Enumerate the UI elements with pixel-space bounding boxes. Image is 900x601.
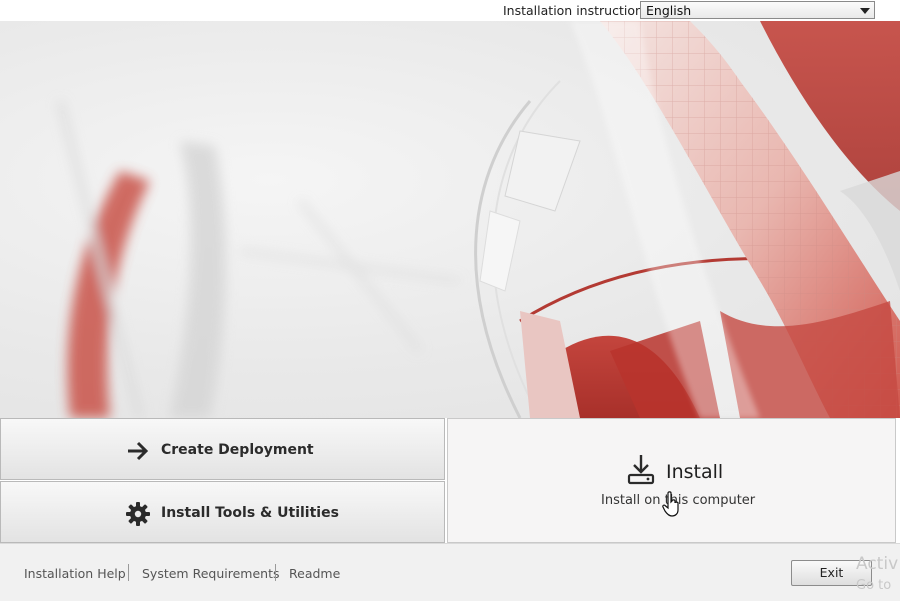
create-deployment-button[interactable]: Create Deployment	[0, 418, 445, 480]
activation-watermark-text: Activ	[856, 554, 899, 574]
create-deployment-label: Create Deployment	[161, 442, 314, 458]
install-tools-utilities-label: Install Tools & Utilities	[161, 505, 339, 521]
install-title: Install	[666, 461, 724, 483]
top-bar: Installation instructions: English	[0, 0, 900, 21]
abstract-ribbon-illustration	[57, 21, 900, 418]
install-tools-utilities-button[interactable]: Install Tools & Utilities	[0, 481, 445, 543]
hand-pointer-icon	[662, 491, 679, 517]
system-requirements-link[interactable]: System Requirements	[142, 566, 280, 581]
language-select[interactable]: English	[640, 1, 875, 19]
chevron-down-icon	[860, 8, 870, 14]
footer-divider	[128, 564, 129, 581]
install-button[interactable]: Install Install on this computer	[447, 418, 896, 543]
installation-help-link[interactable]: Installation Help	[24, 566, 126, 581]
footer-divider	[275, 564, 276, 581]
arrow-right-icon	[128, 441, 149, 461]
language-select-value: English	[646, 3, 692, 18]
installation-instructions-label: Installation instructions:	[503, 3, 654, 18]
secondary-actions: Create Deployment Install Tools & Utilit…	[0, 418, 446, 543]
gear-icon	[126, 502, 150, 526]
hero-artwork	[0, 21, 900, 418]
readme-link[interactable]: Readme	[289, 566, 340, 581]
footer: Installation Help System Requirements Re…	[0, 543, 900, 601]
download-icon	[627, 455, 655, 485]
activation-watermark-subtext: Go to	[856, 578, 892, 593]
